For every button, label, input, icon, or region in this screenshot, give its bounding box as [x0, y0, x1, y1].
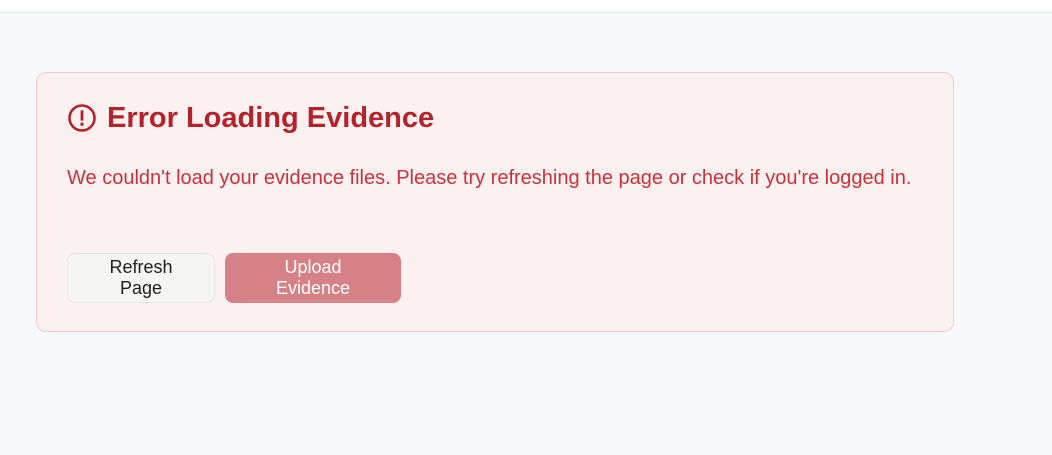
error-title: Error Loading Evidence	[107, 102, 435, 134]
alert-circle-icon	[67, 103, 97, 133]
refresh-page-button[interactable]: Refresh Page	[67, 253, 215, 303]
error-card: Error Loading Evidence We couldn't load …	[36, 72, 954, 332]
error-title-row: Error Loading Evidence	[67, 101, 434, 135]
top-bar	[0, 0, 1052, 13]
upload-evidence-button[interactable]: Upload Evidence	[225, 253, 401, 303]
error-message: We couldn't load your evidence files. Pl…	[67, 167, 912, 189]
error-actions: Refresh Page Upload Evidence	[67, 253, 401, 303]
